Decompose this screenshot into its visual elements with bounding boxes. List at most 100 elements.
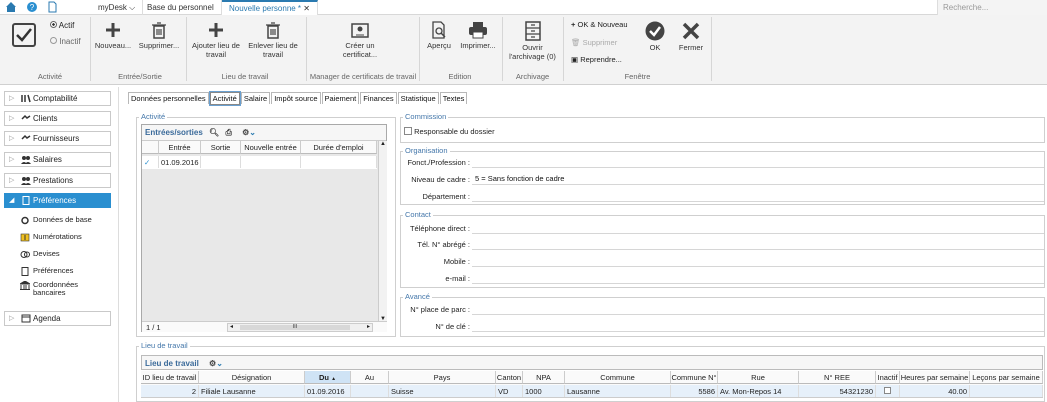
chevron-down-icon[interactable]: ⌵: [129, 3, 135, 12]
sidebar-item-clients[interactable]: ▷ Clients: [4, 111, 111, 126]
chevron-up-icon[interactable]: ▲: [380, 141, 386, 147]
column-header[interactable]: Commune N°: [671, 371, 718, 384]
ouvrir-archivage-button[interactable]: Ouvrir l'archivage (0): [505, 21, 560, 61]
column-header[interactable]: NPA: [523, 371, 565, 384]
nouveau-button[interactable]: Nouveau...: [92, 21, 134, 50]
ok-button[interactable]: OK: [642, 21, 668, 52]
chevron-down-icon[interactable]: ⌄: [216, 359, 223, 368]
column-header[interactable]: Nouvelle entrée: [241, 141, 301, 154]
horizontal-scrollbar[interactable]: ◂ III ▸: [227, 323, 373, 332]
mobile-field[interactable]: [472, 254, 1044, 267]
sidebar-item-salaires[interactable]: ▷ Salaires: [4, 152, 111, 167]
archive-icon: [524, 21, 541, 41]
home-icon[interactable]: [5, 1, 17, 13]
check-icon: ✓: [142, 156, 159, 168]
column-header[interactable]: Sortie: [201, 141, 241, 154]
numbering-icon: [20, 233, 30, 242]
reprendre-button[interactable]: ▣ Reprendre...: [571, 55, 622, 64]
sidebar-subitem-donnees-base[interactable]: Données de base: [20, 216, 92, 225]
chevron-left-icon[interactable]: ◂: [230, 323, 233, 330]
checkbox-actif-icon[interactable]: [12, 23, 36, 47]
certificate-icon: [351, 23, 369, 38]
column-header[interactable]: Canton: [496, 371, 523, 384]
apercu-button[interactable]: Aperçu: [424, 21, 454, 50]
imprimer-button[interactable]: Imprimer...: [458, 21, 498, 50]
lieu-legend: Lieu de travail: [139, 341, 190, 350]
sidebar-item-agenda[interactable]: ▷ Agenda: [4, 311, 111, 326]
chevron-down-icon[interactable]: ⌄: [249, 128, 256, 137]
departement-field[interactable]: [472, 189, 1044, 202]
column-header[interactable]: ID lieu de travail: [141, 371, 199, 384]
ajouter-lieu-button[interactable]: Ajouter lieu de travail: [189, 21, 243, 59]
sidebar-subitem-numerotations[interactable]: Numérotations: [20, 233, 82, 242]
close-icon[interactable]: ✕: [303, 4, 310, 13]
responsable-checkbox[interactable]: Responsable du dossier: [404, 127, 495, 136]
column-header[interactable]: Rue: [718, 371, 799, 384]
place-parc-field[interactable]: [472, 302, 1044, 315]
table-row[interactable]: ✓ 01.09.2016: [142, 156, 377, 169]
search-input[interactable]: Recherche...: [937, 0, 1047, 15]
column-header[interactable]: Commune: [565, 371, 671, 384]
ok-nouveau-button[interactable]: + OK & Nouveau: [571, 20, 628, 29]
sidebar-item-preferences[interactable]: ◢ Préférences: [4, 193, 111, 208]
sidebar-item-fournisseurs[interactable]: ▷ Fournisseurs: [4, 131, 111, 146]
fermer-button[interactable]: Fermer: [676, 21, 706, 52]
supprimer-small-button[interactable]: 🗑 Supprimer: [571, 38, 617, 47]
niveau-field[interactable]: 5 = Sans fonction de cadre: [472, 172, 1044, 185]
column-header[interactable]: Désignation: [199, 371, 305, 384]
entrees-sorties-grid: Entrées/sorties 🔍︎ ⎙ ⚙⌄ Entrée Sortie No…: [141, 124, 387, 332]
column-header-du[interactable]: Du ▲: [305, 371, 351, 384]
radio-inactif[interactable]: Inactif: [50, 37, 81, 46]
sidebar-subitem-preferences[interactable]: Préférences: [20, 267, 73, 276]
tab-activite[interactable]: Activité: [209, 92, 240, 105]
tab-base-personnel[interactable]: Base du personnel: [140, 0, 222, 15]
column-header[interactable]: Pays: [389, 371, 496, 384]
gear-icon: [21, 216, 29, 225]
tel-direct-field[interactable]: [472, 221, 1044, 234]
tab-nouvelle-personne[interactable]: Nouvelle personne * ✕: [222, 0, 318, 15]
tab-statistique[interactable]: Statistique: [397, 92, 439, 104]
chevron-right-icon: ▷: [9, 177, 15, 184]
email-field[interactable]: [472, 271, 1044, 284]
column-header[interactable]: Heures par semaine: [900, 371, 970, 384]
sidebar-item-comptabilite[interactable]: ▷ Comptabilité: [4, 91, 111, 106]
select-all-checkbox[interactable]: [142, 141, 159, 154]
divider: [186, 17, 187, 81]
column-header[interactable]: Inactif: [876, 371, 900, 384]
inactif-checkbox[interactable]: [876, 385, 900, 397]
tel-abrege-field[interactable]: [472, 237, 1044, 250]
printer-icon[interactable]: ⎙: [225, 128, 231, 137]
tab-textes[interactable]: Textes: [439, 92, 468, 104]
column-header[interactable]: N° REE: [799, 371, 876, 384]
close-icon: [682, 22, 700, 40]
scroll-thumb[interactable]: III: [240, 325, 350, 330]
supprimer-button[interactable]: Supprimer...: [136, 21, 182, 50]
preview-icon[interactable]: 🔍︎: [209, 128, 219, 137]
radio-actif[interactable]: Actif: [50, 21, 74, 30]
sidebar-item-prestations[interactable]: ▷ Prestations: [4, 173, 111, 188]
tab-paiement[interactable]: Paiement: [321, 92, 360, 104]
creer-certificat-button[interactable]: Créer un certificat...: [330, 21, 390, 59]
fonction-field[interactable]: [472, 155, 1044, 168]
column-header[interactable]: Durée d'emploi: [301, 141, 377, 154]
tab-impot-source[interactable]: Impôt source: [271, 92, 321, 104]
column-header[interactable]: Entrée: [159, 141, 201, 154]
vertical-scrollbar[interactable]: ▲ ▼: [378, 141, 387, 322]
chevron-right-icon[interactable]: ▸: [367, 323, 370, 330]
table-row[interactable]: 2 Filiale Lausanne 01.09.2016 Suisse VD …: [141, 385, 1043, 398]
enlever-lieu-button[interactable]: Enlever lieu de travail: [246, 21, 300, 59]
tab-donnees-personnelles[interactable]: Données personnelles: [128, 92, 209, 104]
column-header[interactable]: Leçons par semaine: [970, 371, 1043, 384]
sidebar-subitem-coordonnees-bancaires[interactable]: Coordonnées bancaires: [20, 281, 100, 297]
svg-text:?: ?: [30, 3, 35, 12]
tab-mydesk[interactable]: myDesk ⌵: [91, 0, 144, 15]
tab-salaire[interactable]: Salaire: [240, 92, 271, 104]
column-header[interactable]: Au: [351, 371, 389, 384]
sidebar-subitem-devises[interactable]: Devises: [20, 250, 60, 258]
tab-finances[interactable]: Finances: [360, 92, 397, 104]
contact-legend: Contact: [403, 210, 433, 219]
help-icon[interactable]: ?: [26, 1, 38, 13]
document-icon[interactable]: [46, 1, 58, 13]
organisation-legend: Organisation: [403, 146, 450, 155]
cle-field[interactable]: [472, 319, 1044, 332]
